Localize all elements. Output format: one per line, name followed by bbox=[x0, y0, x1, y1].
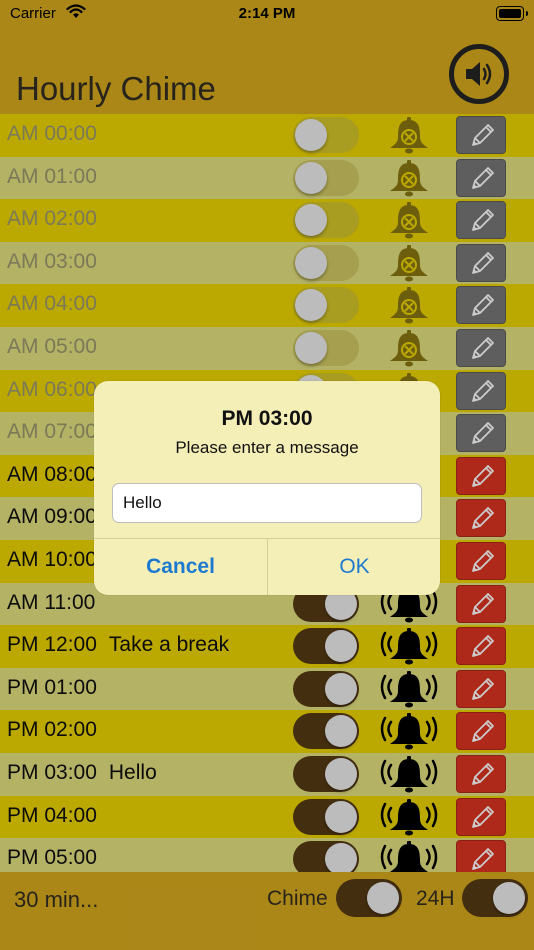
ok-button[interactable]: OK bbox=[268, 539, 440, 595]
message-dialog: PM 03:00 Please enter a message Cancel O… bbox=[94, 381, 440, 595]
dialog-title: PM 03:00 bbox=[221, 407, 313, 430]
cancel-button[interactable]: Cancel bbox=[94, 539, 267, 595]
message-input[interactable] bbox=[112, 483, 422, 523]
dialog-message: Please enter a message bbox=[175, 438, 359, 457]
